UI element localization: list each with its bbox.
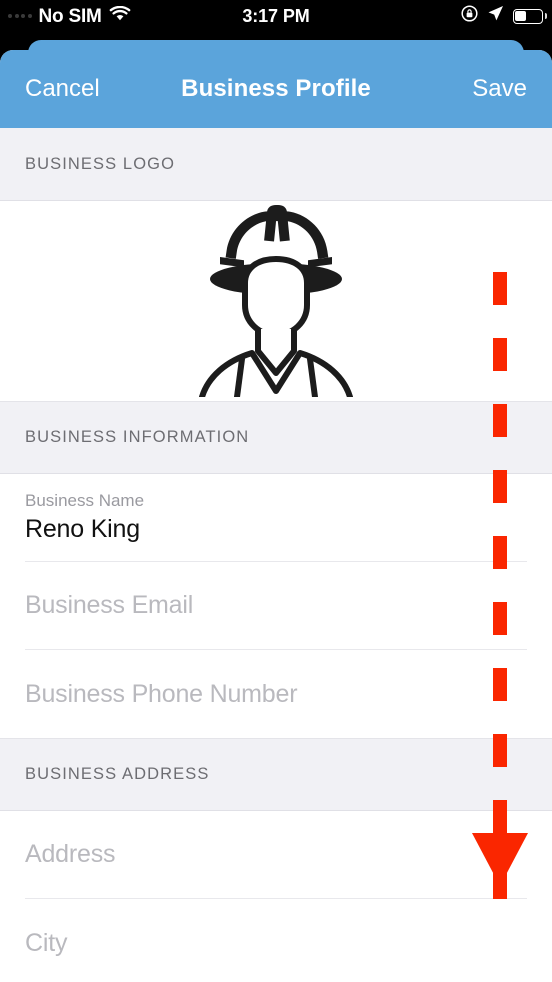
field-city[interactable]	[0, 899, 552, 982]
status-bar-right	[461, 5, 547, 27]
business-name-input[interactable]	[25, 515, 527, 544]
location-arrow-icon	[487, 5, 504, 27]
navigation-bar: Cancel Business Profile Save	[0, 50, 552, 128]
field-address[interactable]	[0, 811, 552, 899]
form-content: BUSINESS LOGO BUSINESS INFORMATION Busin…	[0, 128, 552, 982]
status-bar: No SIM 3:17 PM	[0, 0, 552, 32]
construction-worker-icon[interactable]	[190, 201, 362, 402]
business-phone-input[interactable]	[25, 679, 527, 709]
page-title: Business Profile	[181, 75, 371, 102]
field-business-email[interactable]	[0, 562, 552, 650]
section-header-business-information: BUSINESS INFORMATION	[0, 401, 552, 474]
city-input[interactable]	[25, 928, 527, 958]
business-profile-modal: Cancel Business Profile Save BUSINESS LO…	[0, 50, 552, 982]
business-email-input[interactable]	[25, 591, 527, 620]
cancel-button[interactable]: Cancel	[25, 75, 100, 103]
section-header-business-address: BUSINESS ADDRESS	[0, 738, 552, 811]
section-header-business-logo: BUSINESS LOGO	[0, 128, 552, 201]
business-name-label: Business Name	[25, 491, 145, 510]
address-input[interactable]	[25, 840, 527, 869]
business-logo-cell[interactable]	[0, 201, 552, 401]
save-button[interactable]: Save	[472, 75, 527, 103]
field-business-name[interactable]: Business Name	[0, 474, 552, 562]
rotation-lock-icon	[461, 5, 478, 27]
field-business-phone[interactable]	[0, 650, 552, 738]
battery-icon	[513, 8, 547, 24]
phone-screen: No SIM 3:17 PM Cancel Business Profile S…	[0, 0, 552, 982]
